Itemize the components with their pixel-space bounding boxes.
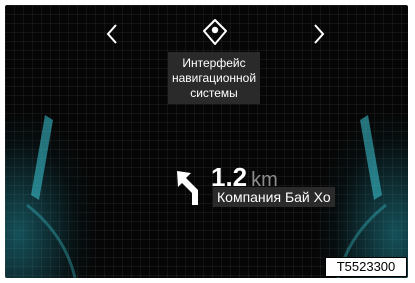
next-button[interactable] [308, 20, 330, 48]
road-edge-decoration [26, 115, 387, 278]
chevron-right-icon [314, 24, 325, 44]
chevron-left-icon [106, 24, 117, 44]
navigation-screen: Интерфейс навигационной системы 1.2 km Ко… [5, 5, 408, 278]
figure-code-label: T5523300 [325, 257, 407, 277]
turn-left-arrow-icon [173, 167, 209, 205]
screen-caption: Интерфейс навигационной системы [168, 52, 260, 104]
previous-button[interactable] [101, 20, 123, 48]
street-name: Компания Бай Хо [213, 187, 335, 207]
map-pin-icon [202, 19, 228, 45]
